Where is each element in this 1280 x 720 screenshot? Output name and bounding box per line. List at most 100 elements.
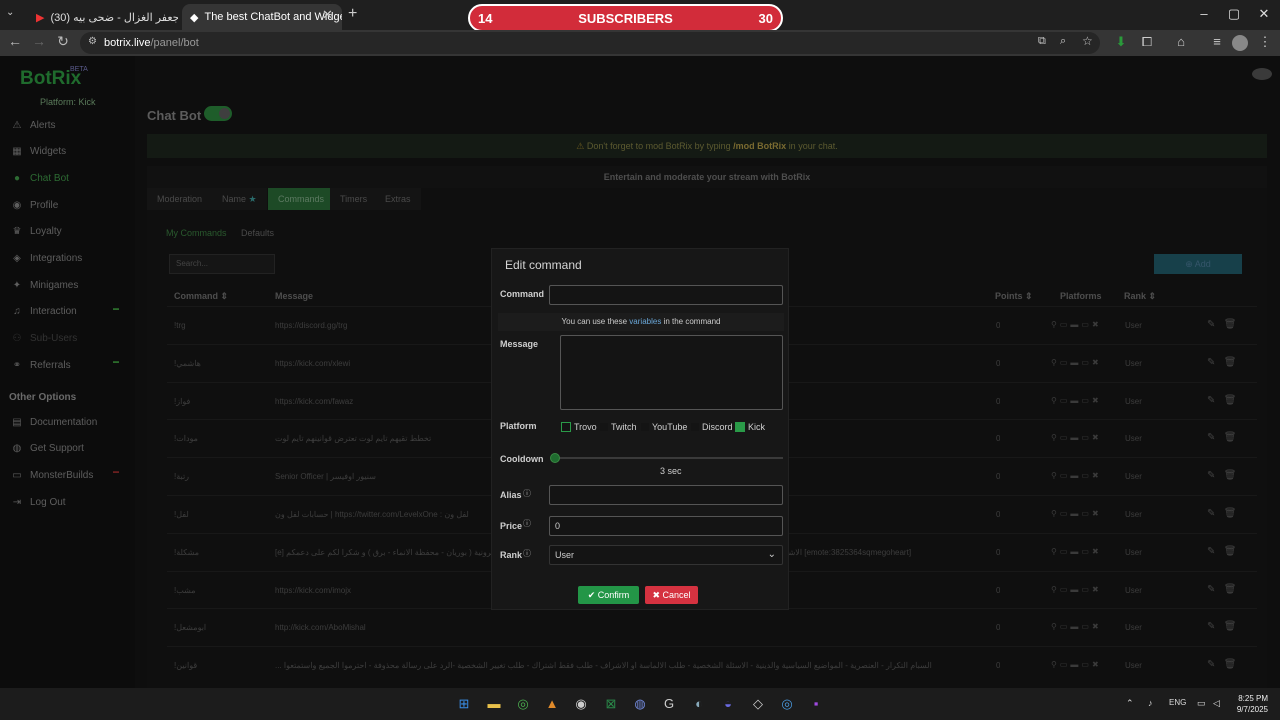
tab-name[interactable]: Name ★	[212, 188, 267, 210]
sidebar-item-integrations[interactable]: ◈ Integrations	[10, 249, 82, 267]
sidebar-item-get-support[interactable]: ◍ Get Support	[10, 439, 84, 457]
media-control-icon[interactable]: ≡	[1208, 34, 1226, 49]
edit-icon[interactable]: ✎	[1207, 621, 1215, 632]
delete-icon[interactable]: 🗑	[1224, 470, 1237, 481]
volume-icon[interactable]: ◁	[1213, 698, 1220, 709]
edit-icon[interactable]: ✎	[1207, 546, 1215, 557]
clock[interactable]: 8:25 PM 9/7/2025	[1226, 693, 1268, 715]
add-command-button[interactable]: ⊕ Add	[1154, 254, 1242, 274]
delete-icon[interactable]: 🗑	[1224, 432, 1237, 443]
discord-checkbox[interactable]	[690, 422, 700, 432]
rank-info-icon[interactable]: ⓘ	[523, 548, 531, 559]
forward-icon[interactable]: →	[30, 33, 48, 49]
file-explorer-icon[interactable]: ▬	[485, 695, 503, 713]
profile-avatar[interactable]	[1232, 35, 1248, 51]
delete-icon[interactable]: 🗑	[1224, 546, 1237, 557]
tab-search-icon[interactable]: ⌄	[6, 7, 14, 18]
language-indicator[interactable]: ENG	[1169, 698, 1186, 707]
sidebar-item-interaction[interactable]: ♫ Interaction	[10, 302, 76, 320]
col-command[interactable]: Command ⇕	[174, 291, 228, 302]
sidebar-item-loyalty[interactable]: ♛ Loyalty	[10, 222, 62, 240]
tab-botrix[interactable]: ◆ The best ChatBot and Widgets	[182, 4, 342, 30]
sidebar-item-minigames[interactable]: ✦ Minigames	[10, 276, 79, 294]
youtube-checkbox[interactable]	[640, 422, 650, 432]
extension-download-icon[interactable]: ⬇	[1112, 34, 1130, 50]
delete-icon[interactable]: 🗑	[1224, 659, 1237, 670]
command-input[interactable]	[549, 285, 783, 305]
tray-chevron-icon[interactable]: ⌃	[1126, 698, 1134, 709]
reload-icon[interactable]: ↻	[54, 33, 72, 50]
delete-icon[interactable]: 🗑	[1224, 319, 1237, 330]
app-icon[interactable]: ▲	[543, 695, 561, 713]
col-points[interactable]: Points ⇕	[995, 291, 1033, 302]
sidebar-item-chat-bot[interactable]: ● Chat Bot	[10, 169, 69, 187]
alias-info-icon[interactable]: ⓘ	[523, 488, 531, 499]
subtab-defaults[interactable]: Defaults	[241, 228, 274, 238]
edit-icon[interactable]: ✎	[1207, 584, 1215, 595]
col-rank[interactable]: Rank ⇕	[1124, 291, 1156, 302]
close-window-icon[interactable]: ✕	[1254, 6, 1274, 22]
tab-timers[interactable]: Timers	[330, 188, 378, 210]
close-tab-icon[interactable]: ✕	[322, 7, 333, 23]
chrome-icon[interactable]: ◎	[514, 695, 532, 713]
start-windows-icon[interactable]: ⊞	[455, 695, 473, 713]
tab-moderation[interactable]: Moderation	[147, 188, 213, 210]
network-icon[interactable]: ▭	[1197, 698, 1206, 709]
user-avatar[interactable]	[1252, 68, 1272, 80]
sidebar-item-alerts[interactable]: ⚠ Alerts	[10, 116, 56, 134]
delete-icon[interactable]: 🗑	[1224, 508, 1237, 519]
extensions-icon[interactable]: ⧠	[1138, 34, 1156, 50]
cancel-button[interactable]: ✖ Cancel	[645, 586, 698, 604]
steam-icon[interactable]: ◐	[690, 695, 708, 713]
cooldown-slider-track[interactable]	[555, 457, 783, 459]
new-tab-icon[interactable]: +	[348, 5, 357, 23]
microphone-icon[interactable]: ♪	[1148, 698, 1153, 708]
tab-commands[interactable]: Commands	[268, 188, 330, 210]
edit-icon[interactable]: ✎	[1207, 432, 1215, 443]
trovo-checkbox[interactable]	[561, 422, 571, 432]
sidebar-item-monsterbuilds[interactable]: ▭ MonsterBuilds	[10, 466, 93, 484]
incognito-icon[interactable]: ⌂	[1172, 34, 1190, 49]
edit-icon[interactable]: ✎	[1207, 659, 1215, 670]
back-icon[interactable]: ←	[6, 33, 24, 49]
rank-select[interactable]: User ⌄	[549, 545, 783, 565]
variables-link[interactable]: variables	[629, 317, 661, 326]
edit-icon[interactable]: ✎	[1207, 319, 1215, 330]
site-info-icon[interactable]: ⚙	[88, 36, 97, 47]
twitch-checkbox[interactable]	[599, 422, 609, 432]
delete-icon[interactable]: 🗑	[1224, 621, 1237, 632]
tab-youtube[interactable]: ▶ جعفر الغزال - ضحى بيه (30)	[28, 4, 178, 30]
zoom-icon[interactable]: ⌕	[1060, 35, 1066, 48]
translate-icon[interactable]: ⧉	[1038, 35, 1046, 48]
delete-icon[interactable]: 🗑	[1224, 357, 1237, 368]
address-bar[interactable]: ⚙ botrix.live/panel/bot ⧉ ⌕ ☆	[80, 32, 1100, 54]
price-info-icon[interactable]: ⓘ	[523, 518, 531, 529]
cooldown-slider-handle[interactable]	[550, 453, 560, 463]
alias-input[interactable]	[549, 485, 783, 505]
excel-icon[interactable]: ⊠	[602, 695, 620, 713]
subtab-my-commands[interactable]: My Commands	[166, 228, 227, 238]
edit-icon[interactable]: ✎	[1207, 357, 1215, 368]
bookmark-star-icon[interactable]: ☆	[1082, 34, 1093, 48]
sidebar-item-widgets[interactable]: ▦ Widgets	[10, 142, 66, 160]
nzxt-icon[interactable]: ▪	[807, 695, 825, 713]
sidebar-item-profile[interactable]: ◉ Profile	[10, 196, 59, 214]
maximize-icon[interactable]: ▢	[1224, 6, 1244, 22]
minimize-icon[interactable]: –	[1194, 6, 1214, 21]
edit-icon[interactable]: ✎	[1207, 508, 1215, 519]
tab-extras[interactable]: Extras	[375, 188, 421, 210]
price-input[interactable]: 0	[549, 516, 783, 536]
kick-checkbox[interactable]	[735, 422, 745, 432]
menu-icon[interactable]: ⋮	[1256, 34, 1274, 50]
app-circle-icon[interactable]: ◎	[778, 695, 796, 713]
g-hub-icon[interactable]: G	[660, 695, 678, 713]
app-shield-icon[interactable]: ◇	[749, 695, 767, 713]
obs-icon[interactable]: ◉	[572, 695, 590, 713]
search-input[interactable]: Search...	[169, 254, 275, 274]
discord-taskbar-icon[interactable]: ◍	[631, 695, 649, 713]
edit-icon[interactable]: ✎	[1207, 395, 1215, 406]
message-textarea[interactable]	[560, 335, 783, 410]
sidebar-item-sub-users[interactable]: ⚇ Sub-Users	[10, 329, 78, 347]
chatbot-enable-toggle[interactable]	[204, 106, 232, 121]
app-sp-icon[interactable]: ◒	[719, 695, 737, 713]
